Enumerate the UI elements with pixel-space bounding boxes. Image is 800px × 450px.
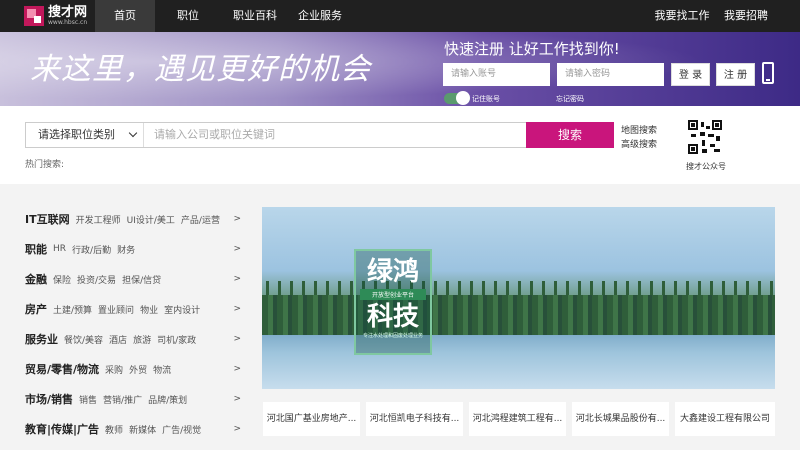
password-input[interactable]: 请输入密码 (557, 63, 664, 86)
chevron-right-icon[interactable]: > (233, 304, 241, 314)
category-item[interactable]: 房产 土建/预算 置业顾问 物业 室内设计 > (25, 294, 247, 324)
nav-career-wiki[interactable]: 职业百科 (225, 0, 285, 32)
chevron-right-icon[interactable]: > (233, 214, 241, 224)
login-button[interactable]: 登 录 (671, 63, 710, 86)
promo-title-top: 绿鸿 (366, 257, 419, 287)
nav-recruit[interactable]: 我要招聘 (722, 0, 770, 32)
slogan: 来这里，遇见更好的机会 (30, 52, 371, 87)
category-title[interactable]: 教育|传媒|广告 (25, 421, 99, 437)
category-item[interactable]: IT互联网 开发工程师 UI设计/美工 产品/运营 > (25, 204, 247, 234)
search-button[interactable]: 搜索 (526, 122, 614, 148)
category-sub[interactable]: 销售 (79, 393, 97, 406)
category-sub[interactable]: 外贸 (129, 363, 147, 376)
company-card[interactable]: 河北长城果品股份有... (572, 402, 669, 436)
chevron-right-icon[interactable]: > (233, 394, 241, 404)
remember-toggle[interactable] (444, 91, 470, 105)
hero-banner: 来这里，遇见更好的机会 快速注册 让好工作找到你! 请输入账号 请输入密码 登 … (0, 32, 800, 106)
category-sub[interactable]: 担保/信贷 (122, 273, 161, 286)
category-sub[interactable]: 土建/预算 (53, 303, 92, 316)
search-input[interactable]: 请输入公司或职位关键词 (154, 123, 275, 147)
logo-url: www.hbsc.cn (48, 19, 88, 26)
category-sub[interactable]: 物业 (140, 303, 158, 316)
promo-logo-box: 绿鸿 开放型创业平台 科技 专注水处理和固废处理业务 (354, 249, 432, 355)
category-sub[interactable]: 开发工程师 (76, 213, 121, 226)
category-sub[interactable]: 行政/后勤 (72, 243, 111, 256)
chevron-right-icon[interactable]: > (233, 274, 241, 284)
phone-icon[interactable] (762, 62, 774, 84)
category-sub[interactable]: 酒店 (109, 333, 127, 346)
category-item[interactable]: 市场/销售 销售 营销/推广 品牌/策划 > (25, 384, 247, 414)
category-sub[interactable]: 营销/推广 (103, 393, 142, 406)
nav-find-job[interactable]: 我要找工作 (652, 0, 712, 32)
category-title[interactable]: IT互联网 (25, 211, 70, 227)
category-sub[interactable]: 品牌/策划 (148, 393, 187, 406)
logo-icon (24, 6, 44, 26)
account-input[interactable]: 请输入账号 (443, 63, 550, 86)
top-nav: 搜才网 www.hbsc.cn 首页 职位 职业百科 企业服务 我要找工作 我要… (0, 0, 800, 32)
category-title[interactable]: 房产 (25, 301, 47, 317)
category-item[interactable]: 教育|传媒|广告 教师 新媒体 广告/视觉 > (25, 414, 247, 444)
category-select[interactable]: 请选择职位类别 (26, 123, 144, 147)
category-item[interactable]: 金融 保险 投资/交易 担保/信贷 > (25, 264, 247, 294)
promo-title-bottom: 科技 (366, 302, 419, 332)
category-item[interactable]: 职能 HR 行政/后勤 财务 > (25, 234, 247, 264)
category-sub[interactable]: 保险 (53, 273, 71, 286)
category-select-label: 请选择职位类别 (38, 128, 115, 141)
register-button[interactable]: 注 册 (716, 63, 755, 86)
chevron-right-icon[interactable]: > (233, 244, 241, 254)
chevron-down-icon (128, 128, 138, 138)
category-sub[interactable]: 物流 (153, 363, 171, 376)
hot-search-label: 热门搜索: (25, 160, 65, 170)
advanced-search-link[interactable]: 高级搜索 (621, 137, 657, 150)
company-card[interactable]: 大鑫建设工程有限公司 (675, 402, 775, 436)
company-card[interactable]: 河北鸿程建筑工程有... (469, 402, 566, 436)
company-card[interactable]: 河北国广基业房地产... (263, 402, 360, 436)
remember-label: 记住账号 (472, 95, 500, 103)
category-sub[interactable]: 广告/视觉 (162, 423, 201, 436)
qr-label: 搜才公众号 (686, 162, 726, 171)
category-sub[interactable]: 教师 (105, 423, 123, 436)
category-title[interactable]: 市场/销售 (25, 391, 73, 407)
category-sub[interactable]: 司机/家政 (157, 333, 196, 346)
nav-jobs[interactable]: 职位 (165, 0, 211, 32)
category-sub[interactable]: 采购 (105, 363, 123, 376)
category-title[interactable]: 金融 (25, 271, 47, 287)
search-area: 请选择职位类别 请输入公司或职位关键词 搜索 地图搜索 高级搜索 热门搜索: 搜… (0, 106, 800, 184)
chevron-right-icon[interactable]: > (233, 334, 241, 344)
company-card[interactable]: 河北恒凯电子科技有... (366, 402, 463, 436)
category-sub[interactable]: 室内设计 (164, 303, 200, 316)
category-sub[interactable]: 置业顾问 (98, 303, 134, 316)
category-title[interactable]: 职能 (25, 241, 47, 257)
map-search-link[interactable]: 地图搜索 (621, 123, 657, 136)
promo-tagline: 专注水处理和固废处理业务 (362, 333, 423, 339)
nav-home[interactable]: 首页 (95, 0, 155, 32)
category-title[interactable]: 贸易/零售/物流 (25, 361, 99, 377)
category-item[interactable]: 贸易/零售/物流 采购 外贸 物流 > (25, 354, 247, 384)
forgot-password-link[interactable]: 忘记密码 (556, 94, 584, 104)
logo[interactable]: 搜才网 www.hbsc.cn (24, 6, 87, 26)
promo-subtitle: 开放型创业平台 (360, 289, 426, 300)
category-sub[interactable]: 旅游 (133, 333, 151, 346)
logo-name: 搜才网 (48, 5, 88, 20)
nav-enterprise[interactable]: 企业服务 (290, 0, 350, 32)
qr-code (688, 120, 722, 154)
promo-banner[interactable]: 绿鸿 开放型创业平台 科技 专注水处理和固废处理业务 (262, 207, 775, 389)
category-sub[interactable]: 餐饮/美容 (64, 333, 103, 346)
category-sub[interactable]: 新媒体 (129, 423, 156, 436)
category-sub[interactable]: 财务 (117, 243, 135, 256)
search-box: 请选择职位类别 请输入公司或职位关键词 搜索 (25, 122, 614, 148)
category-item[interactable]: 服务业 餐饮/美容 酒店 旅游 司机/家政 > (25, 324, 247, 354)
category-sub[interactable]: UI设计/美工 (127, 213, 175, 226)
chevron-right-icon[interactable]: > (233, 424, 241, 434)
category-sub[interactable]: HR (53, 244, 66, 254)
forest-image (262, 281, 775, 335)
category-sub[interactable]: 产品/运营 (181, 213, 220, 226)
register-title: 快速注册 让好工作找到你! (444, 40, 620, 58)
category-title[interactable]: 服务业 (25, 331, 58, 347)
chevron-right-icon[interactable]: > (233, 364, 241, 374)
category-sub[interactable]: 投资/交易 (77, 273, 116, 286)
